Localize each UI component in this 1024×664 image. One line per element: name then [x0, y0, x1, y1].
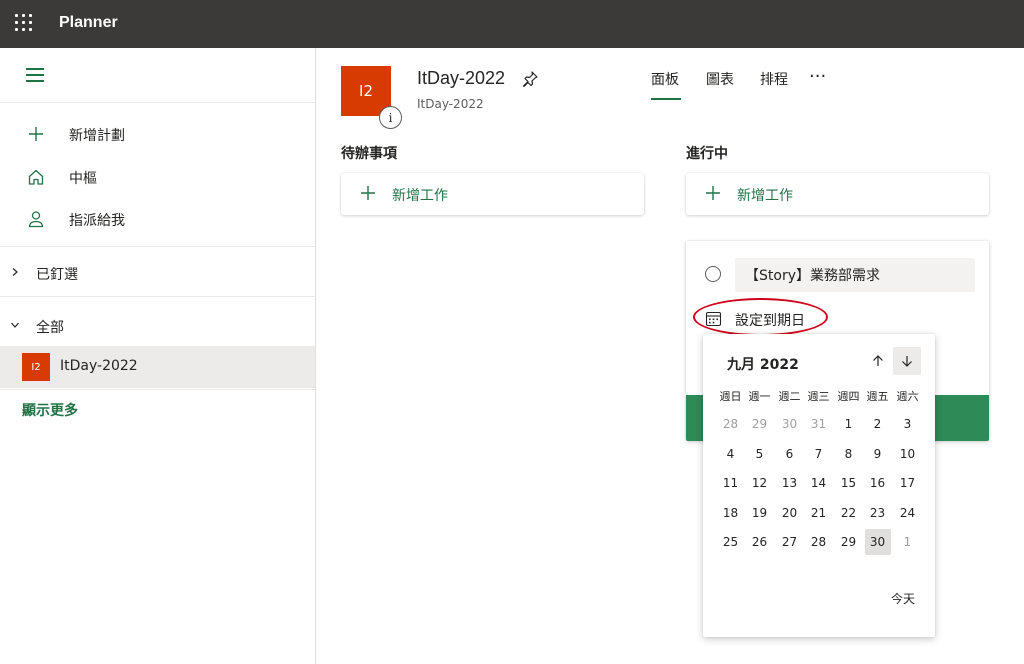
plus-icon — [706, 186, 720, 200]
previous-month-button[interactable] — [864, 347, 892, 375]
sidebar-section-all[interactable]: 全部 — [0, 308, 315, 344]
calendar-day[interactable]: 19 — [747, 500, 773, 526]
app-launcher-icon[interactable] — [15, 14, 35, 34]
top-bar: Planner — [0, 0, 1024, 48]
calendar-day[interactable]: 15 — [836, 470, 862, 496]
plan-badge: I2 — [22, 353, 50, 381]
calendar-day[interactable]: 17 — [895, 470, 921, 496]
weekday-label: 週六 — [896, 390, 919, 403]
sidebar-divider — [0, 102, 315, 103]
calendar-day[interactable]: 16 — [865, 470, 891, 496]
calendar-day[interactable]: 8 — [836, 441, 862, 467]
task-name-input[interactable] — [735, 258, 975, 292]
sidebar-item-label: 新增計劃 — [69, 128, 125, 144]
sidebar-item-label: 中樞 — [69, 171, 97, 187]
calendar-day[interactable]: 26 — [747, 529, 773, 555]
show-more-link[interactable]: 顯示更多 — [22, 400, 78, 420]
calendar-day[interactable]: 25 — [718, 529, 744, 555]
section-label: 全部 — [36, 320, 64, 336]
section-label: 已釘選 — [36, 267, 78, 283]
hamburger-menu-icon[interactable] — [26, 68, 44, 82]
calendar-day[interactable]: 28 — [718, 411, 744, 437]
weekday-label: 週一 — [748, 390, 771, 403]
weekday-label: 週三 — [807, 390, 830, 403]
chevron-right-icon — [12, 268, 18, 276]
plan-title[interactable]: ItDay-2022 — [417, 68, 505, 89]
calendar-day[interactable]: 6 — [777, 441, 803, 467]
calendar-day[interactable]: 28 — [806, 529, 832, 555]
sidebar-section-pinned[interactable]: 已釘選 — [0, 255, 315, 291]
app-title[interactable]: Planner — [59, 14, 118, 32]
calendar-day[interactable]: 27 — [777, 529, 803, 555]
sidebar-item-plan[interactable]: I2 ItDay-2022 — [0, 346, 315, 388]
calendar-day[interactable]: 29 — [836, 529, 862, 555]
calendar-day[interactable]: 30 — [777, 411, 803, 437]
calendar-day[interactable]: 13 — [777, 470, 803, 496]
calendar-day[interactable]: 11 — [718, 470, 744, 496]
sidebar-item-label: 指派給我 — [69, 213, 125, 229]
tab-charts[interactable]: 圖表 — [706, 69, 734, 89]
arrow-up-icon — [873, 355, 883, 366]
plan-name: ItDay-2022 — [60, 358, 138, 374]
arrow-down-icon — [902, 356, 912, 367]
weekday-label: 週二 — [778, 390, 801, 403]
person-icon — [28, 211, 44, 228]
calendar-day[interactable]: 12 — [747, 470, 773, 496]
tab-board[interactable]: 面板 — [651, 69, 679, 89]
set-due-date-button[interactable]: 設定到期日 — [735, 310, 805, 330]
calendar-day[interactable]: 5 — [747, 441, 773, 467]
calendar-day[interactable]: 21 — [806, 500, 832, 526]
date-picker: 九月 2022 週日 週一 週二 週三 週四 週五 週六 28 29 30 31 1 2 3 4 5 6 7 8 9… — [703, 334, 935, 637]
more-options-button[interactable]: ··· — [809, 66, 826, 87]
weekday-label: 週五 — [866, 390, 889, 403]
month-year-label[interactable]: 九月 2022 — [727, 354, 799, 374]
calendar-day[interactable]: 24 — [895, 500, 921, 526]
add-task-button[interactable]: 新增工作 — [341, 173, 644, 215]
weekday-label: 週日 — [719, 390, 742, 403]
calendar-day[interactable]: 29 — [747, 411, 773, 437]
calendar-day[interactable]: 22 — [836, 500, 862, 526]
next-month-button[interactable] — [893, 347, 921, 375]
sidebar-item-hub[interactable]: 中樞 — [0, 157, 315, 197]
add-task-button[interactable]: 新增工作 — [686, 173, 989, 215]
bucket-title[interactable]: 待辦事項 — [341, 143, 397, 163]
sidebar-divider — [0, 296, 315, 297]
calendar-day[interactable]: 9 — [865, 441, 891, 467]
sidebar-item-new-plan[interactable]: 新增計劃 — [0, 114, 315, 154]
sidebar: 新增計劃 中樞 指派給我 已釘選 全部 I2 ItDay-2022 顯示更多 — [0, 48, 316, 664]
sidebar-item-assigned-to-me[interactable]: 指派給我 — [0, 199, 315, 239]
add-task-label: 新增工作 — [737, 188, 793, 204]
tab-schedule[interactable]: 排程 — [760, 69, 788, 89]
calendar-day[interactable]: 7 — [806, 441, 832, 467]
calendar-icon[interactable] — [705, 310, 722, 327]
pin-icon[interactable] — [520, 69, 540, 89]
calendar-day[interactable]: 10 — [895, 441, 921, 467]
bucket-title[interactable]: 進行中 — [686, 143, 728, 163]
add-task-label: 新增工作 — [392, 188, 448, 204]
chevron-down-icon — [11, 322, 19, 328]
active-tab-indicator — [651, 98, 681, 100]
plan-info-button[interactable]: i — [379, 106, 402, 129]
calendar-day[interactable]: 2 — [865, 411, 891, 437]
plus-icon — [361, 186, 375, 200]
calendar-day[interactable]: 18 — [718, 500, 744, 526]
plus-icon — [29, 127, 43, 141]
go-to-today-button[interactable]: 今天 — [891, 590, 915, 607]
home-icon — [28, 169, 44, 185]
sidebar-divider — [0, 389, 315, 390]
calendar-day[interactable]: 23 — [865, 500, 891, 526]
task-complete-radio[interactable] — [705, 266, 721, 282]
calendar-day[interactable]: 3 — [895, 411, 921, 437]
plan-subtitle: ItDay-2022 — [417, 97, 484, 111]
sidebar-divider — [0, 246, 315, 247]
calendar-day[interactable]: 20 — [777, 500, 803, 526]
calendar-day-today[interactable]: 30 — [864, 529, 891, 555]
calendar-day[interactable]: 4 — [718, 441, 744, 467]
calendar-day[interactable]: 1 — [895, 529, 921, 555]
calendar-day[interactable]: 14 — [806, 470, 832, 496]
calendar-day[interactable]: 1 — [836, 411, 862, 437]
weekday-label: 週四 — [837, 390, 860, 403]
calendar-day[interactable]: 31 — [806, 411, 832, 437]
